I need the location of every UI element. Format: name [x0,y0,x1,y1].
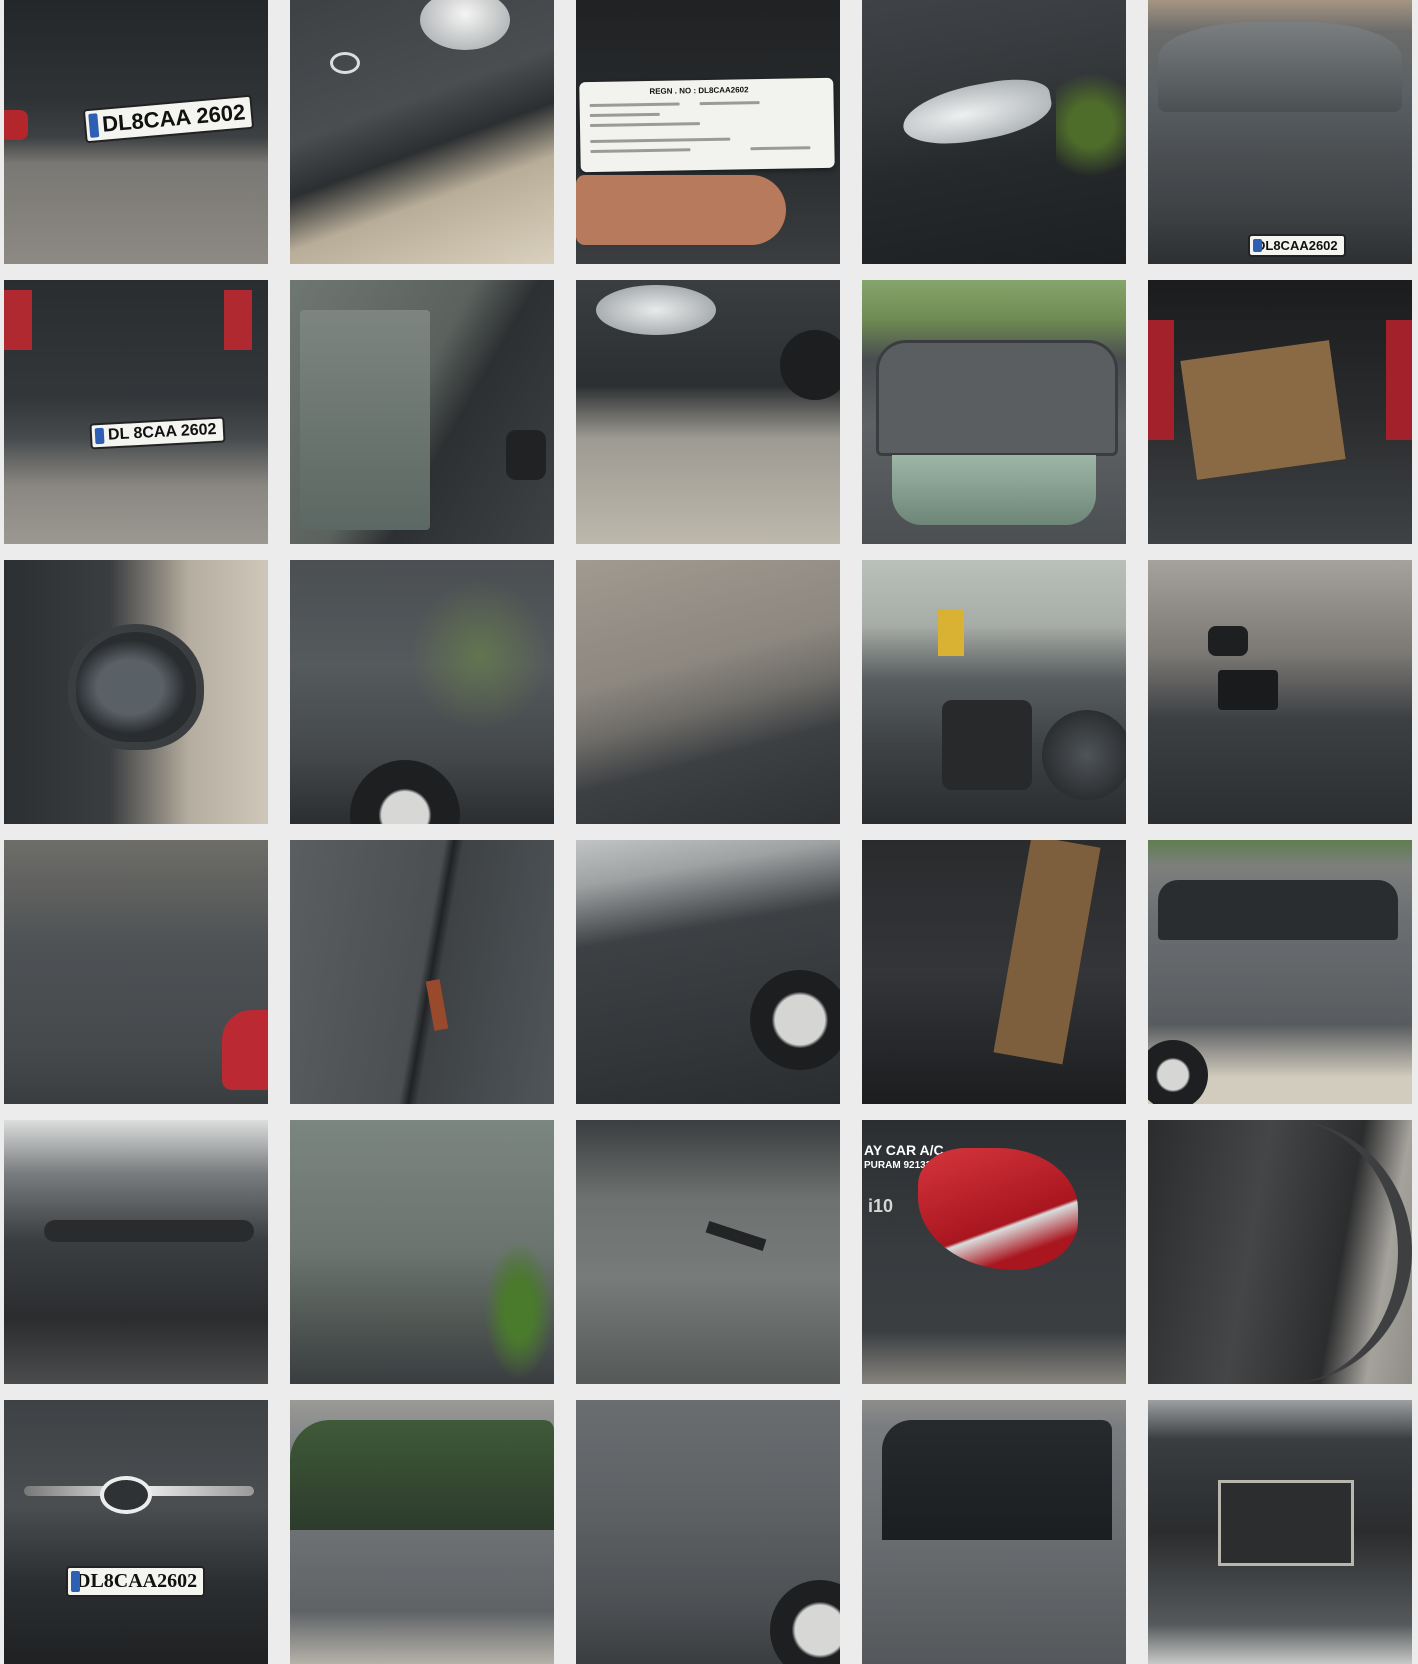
photo-thumbnail-engine-battery[interactable] [1148,1400,1412,1664]
photo-front-corner [290,0,554,264]
photo-thumbnail-front-grille[interactable]: DL8CAA2602 [4,1400,268,1664]
photo-thumbnail-driver-door[interactable] [290,1400,554,1664]
photo-tyre-arch [1158,1120,1412,1384]
photo-thumbnail-trunk-open[interactable] [1148,280,1412,544]
photo-thumbnail-engine-bay[interactable] [4,1120,268,1384]
photo-tail-light [1148,320,1174,440]
photo-hand [576,175,786,245]
photo-side-mirror [68,624,204,750]
photo-thumbnail-headlight[interactable] [862,0,1126,264]
photo-trunk-board [1180,340,1346,480]
photo-card-title: REGN . NO : DL8CAA2602 [649,85,749,96]
photo-door-interior [1148,560,1412,824]
photo-rear-glass-banner: AY CAR A/C [864,1142,944,1158]
photo-thumbnail-front-view[interactable]: DL8CAA2602 [1148,0,1412,264]
photo-tailgate-panel [876,340,1118,456]
photo-thumbnail-tyre[interactable] [1148,1120,1412,1384]
photo-model-badge: i10 [868,1196,894,1216]
photo-registration-card: REGN . NO : DL8CAA2602 [579,77,835,173]
photo-tail-light [224,290,252,350]
photo-rear-glass [892,455,1096,525]
photo-hyundai-logo [100,1476,152,1514]
photo-engine-bay [4,1120,268,1384]
photo-thumbnail-dashboard[interactable] [862,560,1126,824]
photo-tail-light [4,290,32,350]
photo-thumbnail-rear-plate[interactable]: DL8CAA 2602 [4,0,268,264]
photo-foliage-reflection [410,580,550,730]
photo-license-plate: DL8CAA2602 [66,1566,206,1597]
photo-window-switches [1218,670,1278,710]
photo-thumbnail-tail-light[interactable]: AY CAR A/C PURAM 9213236242 i10 [862,1120,1126,1384]
photo-thumbnail-headlight-bumper[interactable] [576,280,840,544]
photo-tail-light [1386,320,1412,440]
photo-thumbnail-scratch-closeup[interactable] [290,840,554,1104]
photo-foliage [484,1240,554,1380]
photo-engine-hose [44,1220,254,1242]
photo-thumbnail-front-fender[interactable] [290,560,554,824]
photo-thumbnail-side-glass[interactable] [290,1120,554,1384]
photo-music-system [942,700,1032,790]
photo-thumbnail-side-mirror[interactable] [4,560,268,824]
photo-thumbnail-full-side[interactable] [1148,840,1412,1104]
photo-roof-surface [576,560,840,824]
photo-thumbnail-windshield[interactable] [576,1120,840,1384]
photo-window-glass [290,1420,554,1530]
photo-thumbnail-door-panel[interactable] [1148,560,1412,824]
photo-gallery: DL8CAA 2602 REGN . NO : DL8CAA2602 DL8CA… [4,0,1412,1664]
photo-thumbnail-rear-view[interactable]: DL 8CAA 2602 [4,280,268,544]
photo-foliage [1056,60,1126,190]
photo-door-handle [1208,626,1248,656]
photo-tail-light [4,110,28,140]
photo-window-glass [1158,880,1398,940]
photo-thumbnail-tailgate-open[interactable] [862,280,1126,544]
photo-tail-light [222,1010,268,1090]
photo-headlight [596,285,716,335]
photo-thumbnail-rear-door[interactable] [576,1400,840,1664]
photo-thumbnail-roof-closeup[interactable] [576,560,840,824]
photo-windshield [576,1120,840,1384]
photo-front-grille [4,1400,268,1664]
photo-side-mirror [506,430,546,480]
photo-speedometer [1042,710,1126,800]
photo-thumbnail-trunk-interior[interactable] [862,840,1126,1104]
photo-thumbnail-side-window[interactable] [290,280,554,544]
photo-hanging-charm [938,610,964,656]
photo-wheel [750,970,840,1070]
photo-window-glass [300,310,430,530]
photo-thumbnail-front-corner[interactable] [290,0,554,264]
photo-window-glass [882,1420,1112,1540]
photo-windshield [1158,22,1402,112]
photo-battery [1218,1480,1354,1566]
photo-thumbnail-side-windows[interactable] [862,1400,1126,1664]
photo-hyundai-logo [330,52,360,74]
photo-thumbnail-registration-card[interactable]: REGN . NO : DL8CAA2602 [576,0,840,264]
photo-thumbnail-front-side[interactable] [576,840,840,1104]
photo-thumbnail-rear-quarter[interactable] [4,840,268,1104]
photo-scratch-panel [290,840,554,1104]
photo-license-plate: DL8CAA2602 [1248,234,1346,257]
